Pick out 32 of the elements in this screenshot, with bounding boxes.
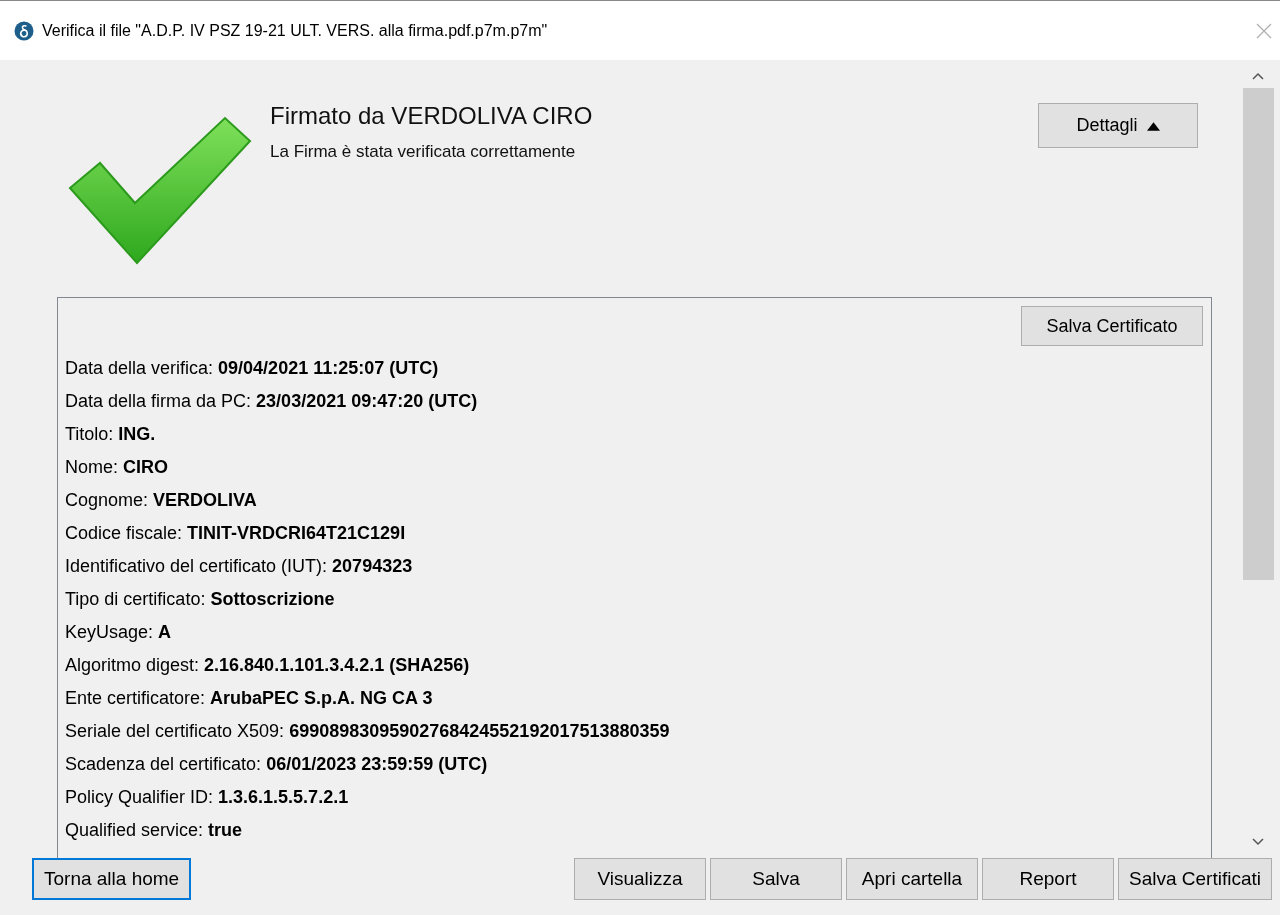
action-button[interactable]: Apri cartella [846, 858, 978, 900]
detail-line: KeyUsage: A [65, 621, 173, 644]
action-button[interactable]: Salva Certificati [1118, 858, 1272, 900]
save-certificate-button[interactable]: Salva Certificato [1021, 306, 1203, 346]
scroll-up-icon[interactable] [1252, 72, 1264, 80]
scroll-down-icon[interactable] [1252, 838, 1264, 846]
scrollbar-thumb[interactable] [1242, 88, 1274, 580]
detail-line: Algoritmo digest: 2.16.840.1.101.3.4.2.1 (SHA256) [65, 654, 471, 677]
home-button[interactable]: Torna alla home [32, 858, 192, 900]
signer-heading: Firmato da VERDOLIVA CIRO [270, 102, 594, 130]
action-button[interactable]: Salva [710, 858, 842, 900]
detail-line: Scadenza del certificato: 06/01/2023 23:59:59 (UTC) [65, 753, 489, 776]
detail-line: Nome: CIRO [65, 456, 170, 479]
detail-line: Data della firma da PC: 23/03/2021 09:47:20 (UTC) [65, 390, 479, 413]
detail-line: Qualified service: true [65, 819, 244, 842]
detail-line: Tipo di certificato: Sottoscrizione [65, 588, 336, 611]
app-logo-icon [14, 20, 34, 41]
detail-line: Policy Qualifier ID: 1.3.6.1.5.5.7.2.1 [65, 786, 350, 809]
detail-line: Codice fiscale: TINIT-VRDCRI64T21C129I [65, 522, 407, 545]
action-button[interactable]: Visualizza [574, 858, 706, 900]
close-icon[interactable] [1256, 22, 1272, 39]
window-title: Verifica il file "A.D.P. IV PSZ 19-21 ULT. VERS. alla firma.pdf.p7m.p7m" [42, 21, 549, 40]
detail-line: Identificativo del certificato (IUT): 20794323 [65, 555, 414, 578]
action-button[interactable]: Report [982, 858, 1114, 900]
details-button[interactable]: Dettagli [1038, 103, 1198, 148]
detail-line: Seriale del certificato X509: 69908983095902768424552192017513880359 [65, 720, 671, 743]
triangle-icon [1146, 122, 1160, 131]
detail-line: Ente certificatore: ArubaPEC S.p.A. NG CA 3 [65, 687, 434, 710]
verification-message: La Firma è stata verificata correttamente [270, 142, 577, 162]
detail-line: Data della verifica: 09/04/2021 11:25:07 (UTC) [65, 357, 440, 380]
detail-line: Cognome: VERDOLIVA [65, 489, 258, 512]
detail-line: Titolo: ING. [65, 423, 157, 446]
